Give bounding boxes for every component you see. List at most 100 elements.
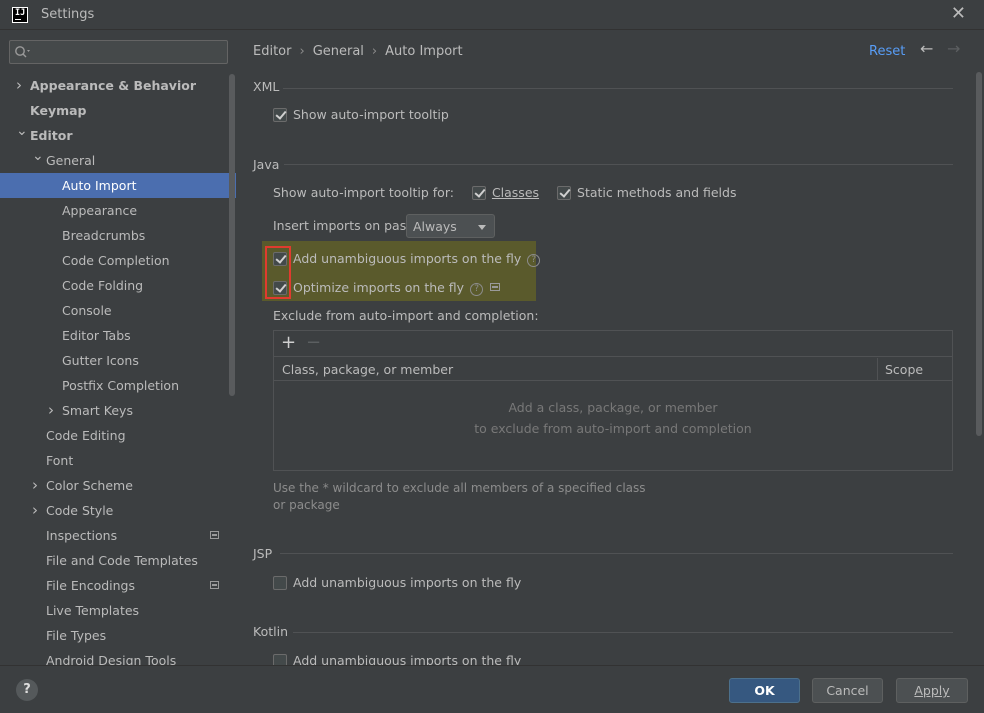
- sidebar-item-code-editing[interactable]: Code Editing: [0, 423, 236, 448]
- sidebar-item-code-folding[interactable]: Code Folding: [0, 273, 236, 298]
- sidebar-item-label: Code Completion: [62, 253, 170, 268]
- close-icon[interactable]: ✕: [951, 4, 966, 24]
- remove-icon: −: [306, 332, 322, 353]
- content-scrollbar[interactable]: [976, 72, 982, 436]
- sidebar-item-editor-tabs[interactable]: Editor Tabs: [0, 323, 236, 348]
- add-icon[interactable]: +: [281, 332, 296, 354]
- empty-text-line2: to exclude from auto-import and completi…: [474, 421, 752, 436]
- breadcrumb-general[interactable]: General: [313, 44, 364, 59]
- sidebar-item-code-completion[interactable]: Code Completion: [0, 248, 236, 273]
- breadcrumb-auto-import: Auto Import: [385, 44, 463, 59]
- xml-show-tooltip-checkbox[interactable]: [273, 108, 287, 122]
- sidebar-item-file-types[interactable]: File Types: [0, 623, 236, 648]
- exclude-table: + − Class, package, or member Scope Add …: [273, 330, 953, 471]
- chevron-down-icon: [478, 225, 486, 230]
- sidebar-item-label: File Encodings: [46, 578, 136, 593]
- kotlin-add-unambiguous-checkbox[interactable]: [273, 654, 287, 665]
- add-unambiguous-row[interactable]: Add unambiguous imports on the fly?: [273, 249, 541, 269]
- chevron-down-icon[interactable]: ⌄: [16, 119, 28, 144]
- project-scope-icon: [210, 531, 219, 539]
- tooltip-for-label: Show auto-import tooltip for:: [273, 185, 454, 200]
- divider: [283, 88, 953, 89]
- sidebar-item-appearance[interactable]: Appearance: [0, 198, 236, 223]
- sidebar-item-label: Console: [62, 303, 112, 318]
- sidebar-item-label: Code Editing: [46, 428, 126, 443]
- xml-show-tooltip-label: Show auto-import tooltip: [293, 107, 449, 122]
- annotation-marker: [265, 246, 291, 299]
- sidebar-item-general[interactable]: ⌄ General: [0, 148, 236, 173]
- sidebar-item-inspections[interactable]: Inspections: [0, 523, 236, 548]
- help-button[interactable]: ?: [16, 679, 38, 701]
- sidebar-item-label: Smart Keys: [62, 403, 133, 418]
- kotlin-add-unambiguous-row[interactable]: Add unambiguous imports on the fly: [273, 651, 521, 665]
- exclude-label: Exclude from auto-import and completion:: [273, 308, 539, 323]
- divider: [284, 164, 953, 165]
- sidebar-item-code-style[interactable]: › Code Style: [0, 498, 236, 523]
- chevron-right-icon[interactable]: ›: [32, 473, 44, 498]
- optimize-imports-label: Optimize imports on the fly: [293, 280, 465, 295]
- sidebar-item-live-templates[interactable]: Live Templates: [0, 598, 236, 623]
- sidebar-item-label: File and Code Templates: [46, 553, 198, 568]
- table-header: Class, package, or member Scope: [274, 358, 952, 381]
- project-scope-icon: [210, 581, 219, 589]
- sidebar-item-font[interactable]: Font: [0, 448, 236, 473]
- java-tooltip-for-row: Show auto-import tooltip for: Classes St…: [273, 183, 736, 203]
- column-header-class[interactable]: Class, package, or member: [282, 362, 453, 377]
- help-question-icon[interactable]: ?: [470, 283, 484, 296]
- divider: [280, 553, 953, 554]
- settings-tree: › Appearance & Behavior Keymap ⌄ Editor ⌄ Gene…: [0, 73, 236, 665]
- xml-show-tooltip-row[interactable]: Show auto-import tooltip: [273, 105, 449, 125]
- sidebar-item-auto-import[interactable]: Auto Import: [0, 173, 236, 198]
- classes-label: Classes: [491, 185, 540, 200]
- dialog-footer: ? OK Cancel Apply: [0, 665, 984, 713]
- sidebar-item-label: Breadcrumbs: [62, 228, 146, 243]
- sidebar-item-smart-keys[interactable]: › Smart Keys: [0, 398, 236, 423]
- breadcrumb-editor[interactable]: Editor: [253, 44, 291, 59]
- insert-on-paste-label: Insert imports on paste:: [273, 218, 424, 233]
- static-methods-checkbox[interactable]: [557, 186, 572, 200]
- jsp-add-unambiguous-row[interactable]: Add unambiguous imports on the fly: [273, 573, 521, 593]
- sidebar-item-label: General: [46, 153, 96, 168]
- jsp-add-unambiguous-checkbox[interactable]: [273, 576, 287, 590]
- chevron-right-icon[interactable]: ›: [32, 498, 44, 523]
- reset-link[interactable]: Reset: [869, 44, 905, 59]
- section-title-xml: XML: [253, 79, 280, 94]
- sidebar-item-color-scheme[interactable]: › Color Scheme: [0, 473, 236, 498]
- ok-button[interactable]: OK: [729, 678, 800, 703]
- apply-button[interactable]: Apply: [896, 678, 968, 703]
- sidebar-item-appearance-behavior[interactable]: › Appearance & Behavior: [0, 73, 236, 98]
- sidebar-item-file-encodings[interactable]: File Encodings: [0, 573, 236, 598]
- add-unambiguous-label: Add unambiguous imports on the fly: [293, 251, 522, 266]
- sidebar-item-keymap[interactable]: Keymap: [0, 98, 236, 123]
- exclude-toolbar: + −: [274, 331, 952, 357]
- sidebar-item-console[interactable]: Console: [0, 298, 236, 323]
- sidebar-item-label: Color Scheme: [46, 478, 133, 493]
- sidebar-item-android-design-tools[interactable]: Android Design Tools: [0, 648, 236, 665]
- settings-search[interactable]: [9, 40, 228, 64]
- optimize-imports-row[interactable]: Optimize imports on the fly?: [273, 278, 501, 298]
- insert-on-paste-select[interactable]: Always: [406, 214, 495, 238]
- chevron-right-icon[interactable]: ›: [48, 398, 60, 423]
- sidebar-item-label: Postfix Completion: [62, 378, 179, 393]
- project-scope-icon: [490, 283, 501, 291]
- sidebar-item-file-and-code-templates[interactable]: File and Code Templates: [0, 548, 236, 573]
- sidebar-scrollbar[interactable]: [229, 74, 235, 396]
- chevron-right-icon[interactable]: ›: [16, 73, 28, 98]
- sidebar-item-label: Inspections: [46, 528, 118, 543]
- chevron-down-icon[interactable]: ⌄: [32, 144, 44, 169]
- sidebar-item-label: Android Design Tools: [46, 653, 177, 665]
- sidebar-item-gutter-icons[interactable]: Gutter Icons: [0, 348, 236, 373]
- sidebar-item-label: Appearance: [62, 203, 138, 218]
- back-arrow-icon[interactable]: ←: [920, 39, 933, 58]
- help-question-icon[interactable]: ?: [527, 254, 541, 267]
- sidebar-item-label: Font: [46, 453, 74, 468]
- sidebar-item-breadcrumbs[interactable]: Breadcrumbs: [0, 223, 236, 248]
- cancel-button[interactable]: Cancel: [812, 678, 883, 703]
- search-input[interactable]: [36, 43, 222, 61]
- column-divider: [877, 358, 878, 381]
- sidebar-item-postfix-completion[interactable]: Postfix Completion: [0, 373, 236, 398]
- window-title: Settings: [41, 7, 95, 22]
- classes-checkbox[interactable]: [471, 186, 486, 200]
- column-header-scope[interactable]: Scope: [885, 362, 923, 377]
- search-icon: [15, 46, 30, 58]
